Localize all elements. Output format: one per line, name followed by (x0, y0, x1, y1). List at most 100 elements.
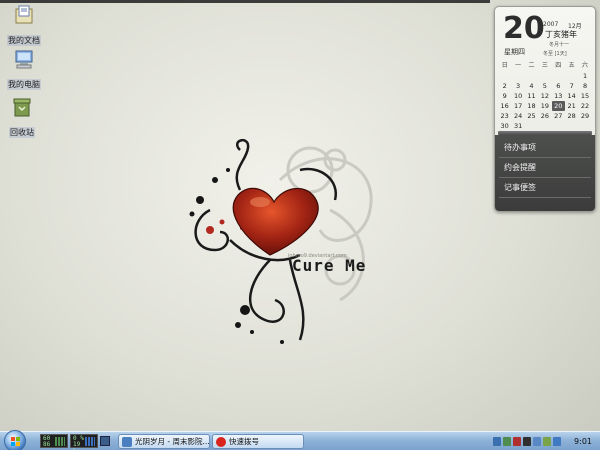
calendar-weekday-header: 四 (555, 62, 562, 69)
calendar-week-row: 16 17 18 19 20 21 22 (498, 101, 592, 111)
desktop-icon-label: 我的电脑 (7, 79, 41, 90)
calendar-day-cell[interactable]: 2 (498, 81, 511, 91)
calendar-month-grid: 日一二三四五六 1 2 3 4 5 6 7 8 9 10 11 12 13 14 15 16 17 18 19 20 21… (498, 61, 592, 131)
menu-item-notes[interactable]: 记事便签 (499, 178, 591, 198)
calendar-day-cell[interactable]: 28 (565, 111, 578, 121)
start-button[interactable] (4, 430, 26, 450)
task-button-speed-dial[interactable]: 快速拨号 (212, 434, 304, 449)
desktop-icon-recycle-bin[interactable]: 回收站 (0, 96, 44, 139)
calendar-empty-cell (525, 71, 538, 81)
tray-app-icon[interactable] (513, 437, 521, 446)
calendar-lunar-date: 冬月十一 (549, 42, 570, 48)
calendar-solar-term: 冬至 [1天] (543, 51, 567, 57)
calendar-empty-cell (565, 71, 578, 81)
recycle-bin-icon (11, 96, 33, 118)
calendar-week-row: 30 31 (498, 121, 592, 131)
calendar-day-cell[interactable]: 26 (538, 111, 551, 121)
cpu-meter[interactable]: 0 % 19 % (70, 434, 98, 450)
tray-app-icon[interactable] (543, 437, 551, 446)
calendar-empty-cell (565, 121, 578, 131)
calendar-day-cell[interactable]: 1 (578, 71, 591, 81)
wallpaper-caption: Cure Me (292, 256, 367, 275)
calendar-weekday-header: 日 (501, 62, 508, 69)
tray-app-icon[interactable] (493, 437, 501, 446)
calendar-day-cell[interactable]: 7 (565, 81, 578, 91)
desktop-icon-label: 我的文档 (7, 35, 41, 46)
calendar-day-cell[interactable]: 3 (511, 81, 524, 91)
show-desktop-icon[interactable] (100, 436, 110, 446)
calendar-header: 20 星期四 2007 12月 丁亥猪年 冬月十一 冬至 [1天] (495, 7, 595, 59)
network-meter-value-b: 86 (43, 441, 51, 448)
calendar-day-cell[interactable]: 14 (565, 91, 578, 101)
calendar-day-cell[interactable]: 30 (498, 121, 511, 131)
task-button-media-player[interactable]: 光阴岁月 - 周末影院... (118, 434, 210, 449)
calendar-day-cell[interactable]: 6 (552, 81, 565, 91)
tray-app-icon[interactable] (503, 437, 511, 446)
calendar-day-cell[interactable]: 17 (511, 101, 524, 111)
task-button-label: 快速拨号 (229, 437, 259, 446)
calendar-day-cell[interactable]: 21 (565, 101, 578, 111)
calendar-weekday-header: 三 (541, 62, 548, 69)
desktop-icon-my-documents[interactable]: 我的文档 (2, 4, 46, 47)
menu-item-todo[interactable]: 待办事项 (499, 138, 591, 158)
desktop-icon-label: 回收站 (9, 127, 35, 138)
calendar-day-cell[interactable]: 27 (552, 111, 565, 121)
calendar-day-cell[interactable]: 20 (551, 101, 565, 111)
calendar-empty-cell (498, 71, 511, 81)
calendar-day-cell[interactable]: 13 (552, 91, 565, 101)
calendar-day-cell[interactable]: 29 (578, 111, 591, 121)
calendar-empty-cell (578, 121, 591, 131)
taskbar-clock[interactable]: 9:01 (574, 437, 592, 446)
desktop-icon-my-computer[interactable]: 我的电脑 (2, 48, 46, 91)
calendar-empty-cell (511, 71, 524, 81)
calendar-weekday-header-row: 日一二三四五六 (498, 61, 592, 71)
calendar-day-cell[interactable]: 12 (538, 91, 551, 101)
calendar-day-cell[interactable]: 9 (498, 91, 511, 101)
folder-documents-icon (13, 4, 35, 26)
calendar-day-cell[interactable]: 22 (578, 101, 591, 111)
calendar-day-cell[interactable]: 4 (525, 81, 538, 91)
windows-flag-icon (11, 437, 20, 446)
calendar-week-row: 2345678 (498, 81, 592, 91)
calendar-day-number: 20 (503, 11, 545, 46)
tray-network-icon[interactable] (533, 437, 541, 446)
calendar-gadget[interactable]: 20 星期四 2007 12月 丁亥猪年 冬月十一 冬至 [1天] 日一二三四五… (494, 6, 596, 212)
cpu-meter-bars (85, 437, 95, 446)
wallpaper-heart-art (170, 110, 430, 360)
calendar-week-row: 23 24 25 26 27 28 29 (498, 111, 592, 121)
calendar-day-cell[interactable]: 24 (511, 111, 524, 121)
gadget-menu: 待办事项 约会提醒 记事便签 (495, 135, 595, 211)
calendar-day-cell[interactable]: 25 (525, 111, 538, 121)
calendar-day-cell[interactable]: 23 (498, 111, 511, 121)
calendar-day-cell[interactable]: 11 (525, 91, 538, 101)
calendar-day-cell[interactable]: 8 (578, 81, 591, 91)
taskbar: 60 86 0 % 19 % 光阴岁月 - 周末影院... 快速拨号 9:01 (0, 430, 600, 450)
calendar-weekday-header: 一 (515, 62, 522, 69)
calendar-empty-cell (538, 121, 551, 131)
calendar-day-cell[interactable]: 16 (498, 101, 511, 111)
calendar-day-cell[interactable]: 10 (511, 91, 524, 101)
system-tray: 9:01 (487, 433, 600, 450)
calendar-year: 2007 (543, 21, 559, 28)
calendar-day-cell[interactable]: 18 (525, 101, 538, 111)
browser-speed-dial-icon (216, 437, 226, 447)
calendar-day-cell[interactable]: 15 (578, 91, 591, 101)
top-edge-strip (0, 0, 490, 3)
calendar-weekday: 星期四 (504, 48, 525, 56)
calendar-week-row: 9 10 11 12 13 14 15 (498, 91, 592, 101)
calendar-weekday-header: 五 (568, 62, 575, 69)
tray-volume-icon[interactable] (553, 437, 561, 446)
calendar-day-cell[interactable]: 31 (511, 121, 524, 131)
network-meter-bars (55, 437, 65, 446)
menu-item-appointment-reminder[interactable]: 约会提醒 (499, 158, 591, 178)
calendar-day-cell[interactable]: 5 (538, 81, 551, 91)
calendar-empty-cell (552, 121, 565, 131)
calendar-day-cell[interactable]: 19 (538, 101, 551, 111)
calendar-empty-cell (525, 121, 538, 131)
task-button-label: 光阴岁月 - 周末影院... (135, 437, 210, 446)
calendar-week-row: 1 (498, 71, 592, 81)
computer-icon (13, 48, 35, 70)
network-meter[interactable]: 60 86 (40, 434, 68, 448)
calendar-weekday-header: 二 (528, 62, 535, 69)
tray-app-icon[interactable] (523, 437, 531, 446)
